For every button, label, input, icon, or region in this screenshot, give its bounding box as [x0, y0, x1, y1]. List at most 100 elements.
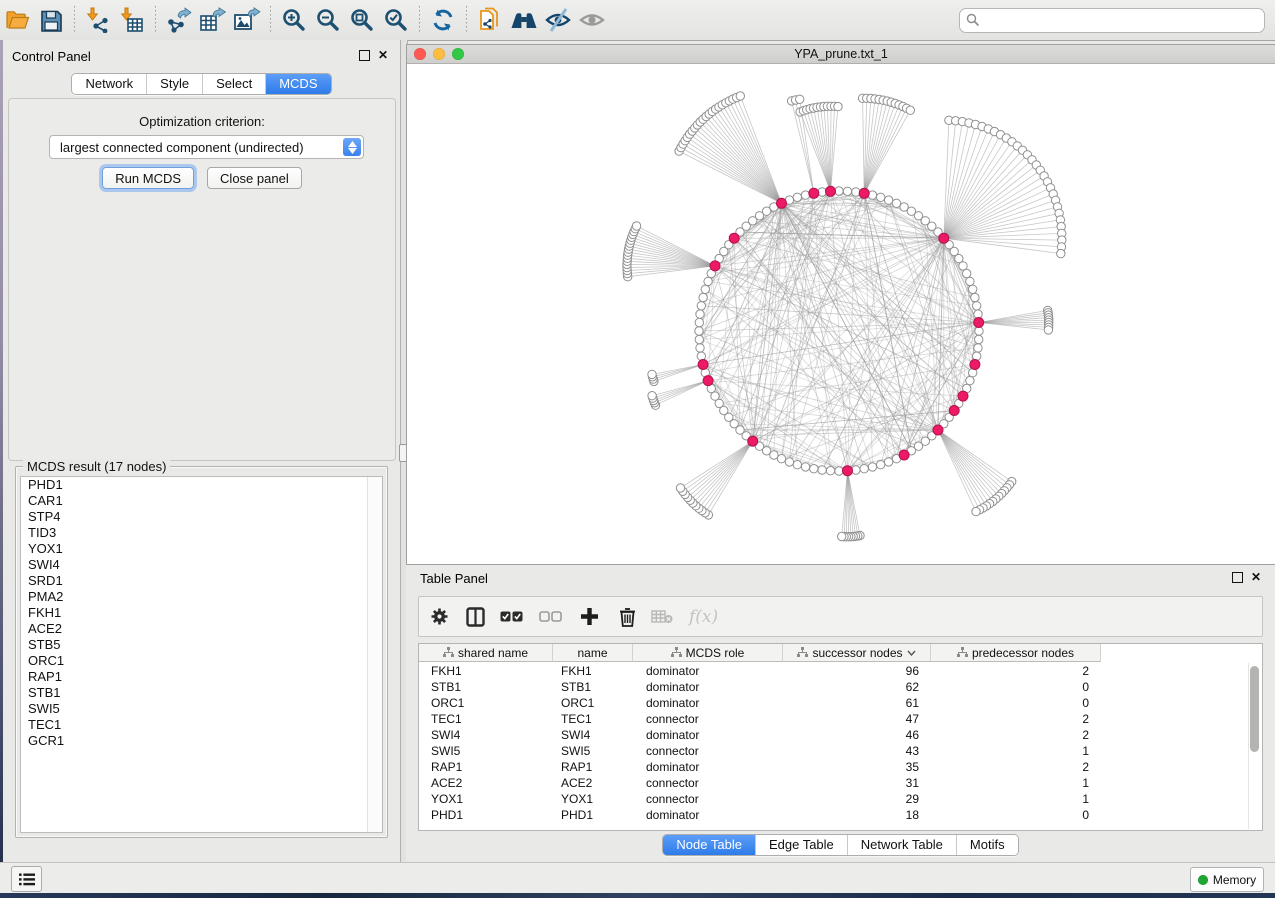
graph-node[interactable]	[777, 455, 785, 463]
cell-name[interactable]: RAP1	[553, 759, 633, 775]
cell-MCDS-role[interactable]: dominator	[633, 759, 783, 775]
cell-successor-nodes[interactable]: 35	[783, 759, 931, 775]
mcds-result-item[interactable]: FKH1	[21, 605, 382, 621]
cell-MCDS-role[interactable]: connector	[633, 775, 783, 791]
graph-node[interactable]	[884, 458, 892, 466]
cell-predecessor-nodes[interactable]: 2	[931, 759, 1101, 775]
cell-name[interactable]: ORC1	[553, 695, 633, 711]
graph-hub-node[interactable]	[933, 425, 943, 435]
graph-hub-node[interactable]	[949, 406, 959, 416]
graph-hub-node[interactable]	[826, 186, 836, 196]
cell-predecessor-nodes[interactable]: 1	[931, 743, 1101, 759]
close-panel-icon[interactable]: ✕	[1251, 573, 1261, 582]
mcds-result-item[interactable]: STP4	[21, 509, 382, 525]
cell-name[interactable]: ACE2	[553, 775, 633, 791]
graph-node[interactable]	[818, 188, 826, 196]
save-session-button[interactable]	[34, 4, 68, 36]
cell-shared-name[interactable]: FKH1	[419, 663, 553, 679]
graph-node[interactable]	[892, 199, 900, 207]
cell-shared-name[interactable]: ACE2	[419, 775, 553, 791]
graph-node[interactable]	[973, 302, 981, 310]
graph-node[interactable]	[835, 467, 843, 475]
graph-node[interactable]	[810, 465, 818, 473]
graph-leaf-node[interactable]	[972, 507, 980, 515]
cell-name[interactable]: SWI5	[553, 743, 633, 759]
cell-name[interactable]: FKH1	[553, 663, 633, 679]
table-row[interactable]: RAP1RAP1dominator352	[419, 759, 1101, 775]
memory-button[interactable]: Memory	[1190, 867, 1264, 892]
graph-node[interactable]	[975, 335, 983, 343]
graph-node[interactable]	[877, 193, 885, 201]
create-column-button[interactable]	[569, 602, 609, 632]
graph-hub-node[interactable]	[970, 360, 980, 370]
cell-MCDS-role[interactable]: connector	[633, 791, 783, 807]
graph-hub-node[interactable]	[974, 318, 984, 328]
zoom-out-button[interactable]	[311, 4, 345, 36]
apply-layout-button[interactable]	[426, 4, 460, 36]
graph-hub-node[interactable]	[809, 188, 819, 198]
graph-node[interactable]	[704, 277, 712, 285]
scrollbar-thumb[interactable]	[1250, 666, 1259, 752]
graph-leaf-node[interactable]	[834, 102, 842, 110]
graph-leaf-node[interactable]	[676, 484, 684, 492]
graph-hub-node[interactable]	[899, 450, 909, 460]
cell-shared-name[interactable]: SWI4	[419, 727, 553, 743]
mcds-result-item[interactable]: PHD1	[21, 477, 382, 493]
graph-node[interactable]	[785, 458, 793, 466]
cell-predecessor-nodes[interactable]: 2	[931, 727, 1101, 743]
graph-node[interactable]	[793, 193, 801, 201]
cell-name[interactable]: YOX1	[553, 791, 633, 807]
table-row[interactable]: ACE2ACE2connector311	[419, 775, 1101, 791]
cell-name[interactable]: TEC1	[553, 711, 633, 727]
mcds-result-item[interactable]: TEC1	[21, 717, 382, 733]
cell-successor-nodes[interactable]: 43	[783, 743, 931, 759]
graph-node[interactable]	[975, 327, 983, 335]
network-window-titlebar[interactable]: YPA_prune.txt_1	[407, 45, 1275, 64]
graph-leaf-node[interactable]	[796, 95, 804, 103]
graph-leaf-node[interactable]	[632, 222, 640, 230]
graph-node[interactable]	[974, 310, 982, 318]
cell-predecessor-nodes[interactable]: 1	[931, 775, 1101, 791]
show-column-panel-button[interactable]	[459, 602, 491, 632]
cell-successor-nodes[interactable]: 29	[783, 791, 931, 807]
cell-MCDS-role[interactable]: dominator	[633, 663, 783, 679]
cell-predecessor-nodes[interactable]: 0	[931, 807, 1101, 823]
graph-leaf-node[interactable]	[1057, 249, 1065, 257]
mcds-result-item[interactable]: SRD1	[21, 573, 382, 589]
show-panels-button[interactable]	[11, 866, 42, 892]
clone-network-button[interactable]	[473, 4, 507, 36]
graph-node[interactable]	[793, 461, 801, 469]
graph-node[interactable]	[696, 310, 704, 318]
close-panel-icon[interactable]: ✕	[378, 51, 388, 60]
export-image-button[interactable]	[230, 4, 264, 36]
graph-hub-node[interactable]	[729, 233, 739, 243]
graph-hub-node[interactable]	[703, 376, 713, 386]
cell-shared-name[interactable]: STB1	[419, 679, 553, 695]
graph-node[interactable]	[695, 327, 703, 335]
graph-leaf-node[interactable]	[648, 392, 656, 400]
cell-MCDS-role[interactable]: connector	[633, 743, 783, 759]
tab-mcds[interactable]: MCDS	[265, 74, 330, 94]
cell-name[interactable]: PHD1	[553, 807, 633, 823]
mcds-result-item[interactable]: TID3	[21, 525, 382, 541]
mcds-result-item[interactable]: SWI5	[21, 701, 382, 717]
table-scrollbar[interactable]	[1248, 663, 1261, 829]
graph-node[interactable]	[884, 196, 892, 204]
delete-table-button[interactable]	[645, 602, 679, 632]
mcds-result-item[interactable]: STB1	[21, 685, 382, 701]
mcds-result-item[interactable]: ACE2	[21, 621, 382, 637]
graph-node[interactable]	[971, 293, 979, 301]
zoom-selected-button[interactable]	[379, 4, 413, 36]
graph-node[interactable]	[695, 335, 703, 343]
cell-shared-name[interactable]: TEC1	[419, 711, 553, 727]
graph-leaf-node[interactable]	[1044, 326, 1052, 334]
column-header-predecessor-nodes[interactable]: predecessor nodes	[931, 644, 1101, 662]
graph-node[interactable]	[701, 285, 709, 293]
open-file-button[interactable]	[0, 4, 34, 36]
zoom-in-button[interactable]	[277, 4, 311, 36]
graph-node[interactable]	[868, 463, 876, 471]
import-network-button[interactable]	[81, 4, 115, 36]
cell-successor-nodes[interactable]: 62	[783, 679, 931, 695]
graph-hub-node[interactable]	[859, 188, 869, 198]
graph-node[interactable]	[696, 344, 704, 352]
